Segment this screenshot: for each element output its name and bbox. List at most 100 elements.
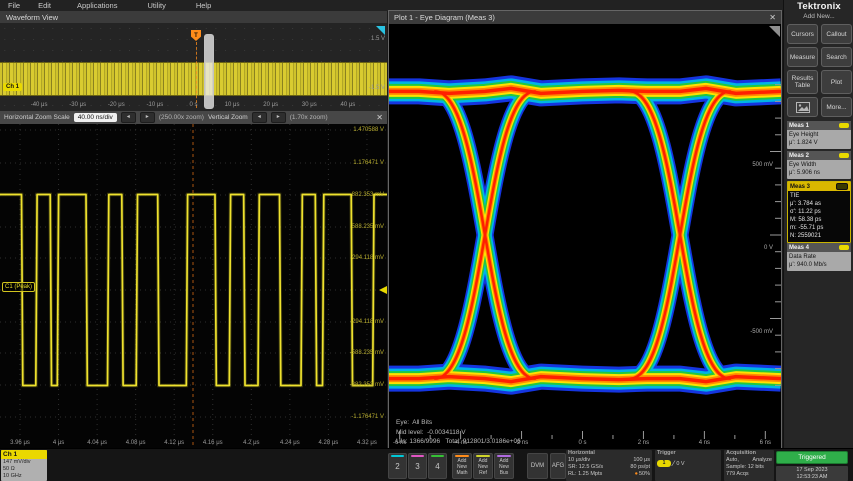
zoom-waveform-graticule[interactable]: 3.96 μs4 μs4.04 μs4.08 μs4.12 μs4.16 μs4… [0,124,387,448]
measurement-badge-2[interactable]: Meas 2Eye Widthμ': 5.906 ns [787,151,851,179]
horizontal-value-left: 10 μs/div [568,457,590,464]
acquisition-row: Auto,Analyze [726,457,772,464]
horizontal-row: 10 μs/div 100 μs [568,457,650,464]
eye-time-tick: 0 s [578,440,586,446]
sidebar-button-label: Results Table [788,75,817,89]
image-icon [796,102,810,113]
channel1-badge[interactable]: Ch 1 147 mV/div50 Ω10 GHz [1,450,47,481]
sidebar-button-callout[interactable]: Callout [821,24,852,44]
v-zoom-decrease-button[interactable]: ◂ [252,112,267,123]
measurement-badge-header: Meas 2 [787,151,851,160]
measurement-badge-4[interactable]: Meas 4Data Rateμ': 940.0 Mb/s [787,243,851,271]
zoom-time-tick: 4.12 μs [164,440,184,446]
channel-color-stripe [431,455,444,457]
trigger-settings-badge[interactable]: Trigger 1 ∕ 0 V [655,450,721,481]
menu-item-edit[interactable]: Edit [38,1,51,10]
measurement-badge-body: Data Rateμ': 940.0 Mb/s [787,252,851,271]
zoom-voltage-tick: 882.353 mV [314,192,384,198]
zoom-voltage-tick: 588.235 mV [314,224,384,230]
add-button-color-stripe [476,455,490,457]
v-zoom-increase-button[interactable]: ▸ [271,112,286,123]
eye-diagram-panel[interactable]: Plot 1 - Eye Diagram (Meas 3) ✕ Eye: All… [388,10,782,450]
horizontal-right-text: 100 μs [633,457,650,463]
channel-badge-overview[interactable]: Ch 1 [3,83,22,91]
channel1-badge-line: 10 GHz [1,473,47,480]
eye-stat-line: Eye: All Bits [396,419,432,426]
trigger-position-icon[interactable]: T [191,30,201,41]
eye-diagram-titlebar[interactable]: Plot 1 - Eye Diagram (Meas 3) ✕ [389,11,781,24]
horizontal-settings-badge[interactable]: Horizontal10 μs/div 100 μsSR: 12.5 GS/s80… [566,450,652,481]
trigger-source-badge: 1 [657,460,671,467]
eye-time-tick: 2 ns [638,440,649,446]
sidebar-button-results-table[interactable]: Results Table [787,70,818,94]
eye-diagram-close-icon[interactable]: ✕ [769,13,776,22]
channel-2-button[interactable]: 2 [388,453,407,479]
afg-button[interactable]: AFG [550,453,566,479]
measurement-badge-1[interactable]: Meas 1Eye Heightμ': 1.824 V [787,121,851,149]
sidebar-button-label: Search [826,54,847,61]
overview-voltage-tick: -1.5 V [369,85,385,91]
horizontal-value-right: 80 ps/pt [630,464,650,471]
sidebar-button-plot[interactable]: Plot [821,70,852,94]
sidebar-button-more-[interactable]: More... [821,97,852,117]
oscilloscope-app: FileEditApplicationsUtilityHelp Waveform… [0,0,853,481]
acquisition-overview[interactable]: Ch 1 T -40 μs-30 μs-20 μs-10 μs0 s10 μs2… [0,23,387,111]
add-new-math-button[interactable]: Add New Math [452,453,472,479]
channel-3-button[interactable]: 3 [408,453,427,479]
zoom-time-tick: 4.04 μs [87,440,107,446]
add-button-label: Add New Ref [474,456,492,476]
overview-time-tick: 30 μs [302,102,317,108]
menu-item-applications[interactable]: Applications [77,1,117,10]
datetime-line: 17 Sep 2023 [776,467,848,474]
acquisition-settings-badge[interactable]: AcquisitionAuto,AnalyzeSample: 12 bits77… [724,450,774,481]
measurement-badge-header: Meas 3 [788,182,850,191]
trigger-panel-title: Trigger [657,450,719,457]
menu-item-utility[interactable]: Utility [147,1,165,10]
channel-color-pill [839,153,849,158]
zoom-time-tick: 3.96 μs [10,440,30,446]
channel1-badge-line: 50 Ω [1,466,47,473]
zoom-voltage-tick: 1.176471 V [314,160,384,166]
overview-time-tick: -10 μs [146,102,163,108]
h-zoom-factor: (250.00x zoom) [159,114,204,121]
sidebar-button-search[interactable]: Search [821,47,852,67]
eye-resize-corner-icon[interactable] [769,26,780,37]
zoom-voltage-tick: 294.118 mV [314,255,384,261]
measurement-id: Meas 2 [789,153,809,159]
horizontal-zoom-scale-value[interactable]: 40.00 ns/div [74,113,117,122]
overview-time-tick: 0 s [189,102,197,108]
h-zoom-decrease-button[interactable]: ◂ [121,112,136,123]
overview-time-tick: -40 μs [31,102,48,108]
zoom-close-icon[interactable]: ✕ [376,113,383,122]
dvm-button[interactable]: DVM [527,453,548,479]
zoom-time-tick: 4.08 μs [126,440,146,446]
channel1-handle[interactable]: C1 (Peak) [2,282,35,292]
horizontal-row: SR: 12.5 GS/s80 ps/pt [568,464,650,471]
horizontal-panel-title: Horizontal [568,450,650,457]
channel-4-button[interactable]: 4 [428,453,447,479]
add-new-bus-button[interactable]: Add New Bus [494,453,514,479]
eye-diagram-title: Plot 1 - Eye Diagram (Meas 3) [394,13,495,22]
bottom-bar: Ch 1 147 mV/div50 Ω10 GHz 234Add New Mat… [0,448,853,481]
zoom-voltage-tick: 1.470588 V [314,127,384,133]
measurement-badge-3[interactable]: Meas 3TIEμ': 3.784 asσ': 11.22 psM: 58.3… [787,181,851,243]
image-icon-button[interactable] [787,97,818,117]
sidebar-button-cursors[interactable]: Cursors [787,24,818,44]
add-new-ref-button[interactable]: Add New Ref [473,453,493,479]
sidebar-button-measure[interactable]: Measure [787,47,818,67]
overview-settings-icon[interactable] [376,26,385,35]
acquisition-row: Sample: 12 bits [726,464,772,471]
menu-item-help[interactable]: Help [196,1,211,10]
overview-voltage-tick: 1.5 V [371,36,385,42]
menu-item-file[interactable]: File [8,1,20,10]
measurement-stat: μ': 1.824 V [789,139,849,147]
acquisition-right-text: Analyze [752,457,772,463]
datetime-line: 12:53:23 AM [776,474,848,481]
run-status-button[interactable]: Triggered [776,451,848,464]
measurement-name: Eye Width [789,161,849,169]
h-zoom-increase-button[interactable]: ▸ [140,112,155,123]
zoom-window-handle[interactable] [204,34,214,109]
eye-diagram-canvas [389,24,781,439]
eye-time-tick: -4 ns [454,440,467,446]
overview-time-tick: -30 μs [69,102,86,108]
